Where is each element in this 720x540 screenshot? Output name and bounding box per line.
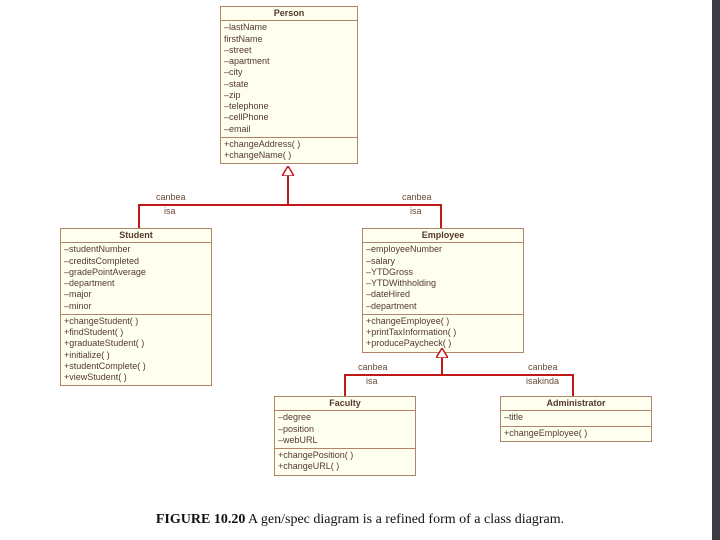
attr: –creditsCompleted	[64, 256, 208, 267]
rel-label-isa: isa	[164, 206, 176, 216]
class-student: Student –studentNumber –creditsCompleted…	[60, 228, 212, 386]
uml-canvas: Person –lastName firstName –street –apar…	[60, 6, 664, 486]
ops-section: +changeEmployee( ) +printTaxInformation(…	[363, 315, 523, 352]
rel-label-canbea: canbea	[156, 192, 186, 202]
attr: –major	[64, 289, 208, 300]
op: +initialize( )	[64, 350, 208, 361]
class-title: Employee	[363, 229, 523, 243]
connector-line	[138, 204, 442, 206]
rel-label-canbea: canbea	[402, 192, 432, 202]
attr: –webURL	[278, 435, 412, 446]
attr: –telephone	[224, 101, 354, 112]
rel-label-canbea: canbea	[358, 362, 388, 372]
attr: –studentNumber	[64, 244, 208, 255]
attr: –YTDGross	[366, 267, 520, 278]
attr: –cellPhone	[224, 112, 354, 123]
rel-label-isa: isa	[366, 376, 378, 386]
attrs-section: –studentNumber –creditsCompleted –gradeP…	[61, 243, 211, 315]
attr: –lastName	[224, 22, 354, 33]
connector-line	[440, 204, 442, 228]
op: +changeEmployee( )	[366, 316, 520, 327]
op: +changeAddress( )	[224, 139, 354, 150]
attr: –degree	[278, 412, 412, 423]
ops-section: +changeEmployee( )	[501, 427, 651, 441]
attr: –department	[64, 278, 208, 289]
op: +changeName( )	[224, 150, 354, 161]
op: +printTaxInformation( )	[366, 327, 520, 338]
rel-label-isa: isa	[410, 206, 422, 216]
op: +studentComplete( )	[64, 361, 208, 372]
class-person: Person –lastName firstName –street –apar…	[220, 6, 358, 164]
ops-section: +changeStudent( ) +findStudent( ) +gradu…	[61, 315, 211, 386]
rel-label-isakinda: isakinda	[526, 376, 559, 386]
figure-caption: FIGURE 10.20 A gen/spec diagram is a ref…	[0, 512, 720, 528]
op: +changePosition( )	[278, 450, 412, 461]
rel-label-canbea: canbea	[528, 362, 558, 372]
ops-section: +changeAddress( ) +changeName( )	[221, 138, 357, 164]
attr: –salary	[366, 256, 520, 267]
attr: –department	[366, 301, 520, 312]
attrs-section: –employeeNumber –salary –YTDGross –YTDWi…	[363, 243, 523, 315]
class-title: Administrator	[501, 397, 651, 411]
op: +changeStudent( )	[64, 316, 208, 327]
connector-line	[138, 204, 140, 228]
attr: –state	[224, 79, 354, 90]
generalization-arrow-icon	[282, 166, 292, 176]
op: +viewStudent( )	[64, 372, 208, 383]
attrs-section: –title	[501, 411, 651, 426]
attr: –dateHired	[366, 289, 520, 300]
attrs-section: –lastName firstName –street –apartment –…	[221, 21, 357, 138]
class-title: Faculty	[275, 397, 415, 411]
ops-section: +changePosition( ) +changeURL( )	[275, 449, 415, 475]
op: +changeURL( )	[278, 461, 412, 472]
attr: –street	[224, 45, 354, 56]
caption-rest: A gen/spec diagram is a refined form of …	[245, 512, 564, 527]
generalization-arrow-icon	[436, 348, 446, 358]
class-administrator: Administrator –title +changeEmployee( )	[500, 396, 652, 442]
attr: –apartment	[224, 56, 354, 67]
attr: –YTDWithholding	[366, 278, 520, 289]
attr: –zip	[224, 90, 354, 101]
attr: firstName	[224, 34, 354, 45]
attr: –city	[224, 67, 354, 78]
attrs-section: –degree –position –webURL	[275, 411, 415, 449]
class-title: Student	[61, 229, 211, 243]
class-title: Person	[221, 7, 357, 21]
attr: –title	[504, 412, 648, 423]
op: +findStudent( )	[64, 327, 208, 338]
attr: –position	[278, 424, 412, 435]
class-faculty: Faculty –degree –position –webURL +chang…	[274, 396, 416, 476]
op: +changeEmployee( )	[504, 428, 648, 439]
attr: –minor	[64, 301, 208, 312]
connector-line	[287, 176, 289, 206]
class-employee: Employee –employeeNumber –salary –YTDGro…	[362, 228, 524, 353]
connector-line	[344, 374, 346, 396]
connector-line	[572, 374, 574, 396]
attr: –gradePointAverage	[64, 267, 208, 278]
slide-accent-bar	[712, 0, 720, 540]
attr: –email	[224, 124, 354, 135]
caption-bold: FIGURE 10.20	[156, 512, 245, 527]
attr: –employeeNumber	[366, 244, 520, 255]
op: +graduateStudent( )	[64, 338, 208, 349]
